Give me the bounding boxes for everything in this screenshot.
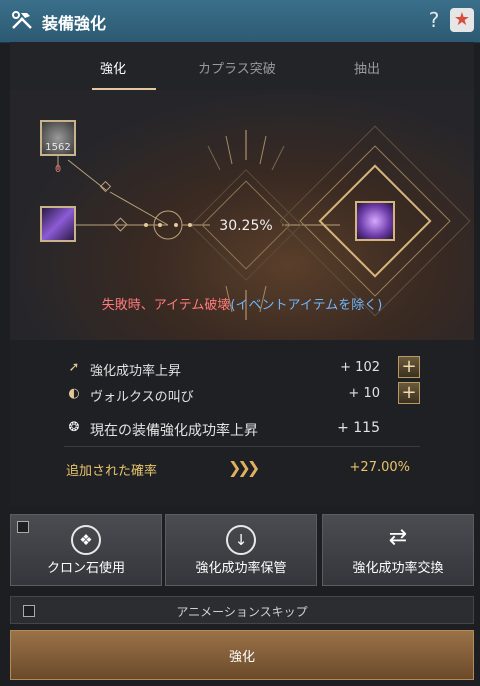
tab-enhance[interactable]: 強化 [100, 58, 126, 77]
cron-checkbox[interactable] [17, 521, 29, 533]
divider [64, 446, 420, 447]
enhance-button[interactable]: 強化 [10, 630, 474, 680]
add-volks-button[interactable]: + [398, 382, 420, 404]
success-rate: 30.25% [219, 218, 273, 234]
chevron-right-icon: ❯❯❯ [228, 458, 260, 477]
warning-note: (イベントアイテムを除く) [230, 298, 383, 313]
material-sub-count: 0 [54, 164, 62, 175]
added-rate-value: +27.00% [349, 460, 410, 475]
material-count: 1562 [45, 142, 71, 153]
exchange-icon: ⇄ [388, 525, 408, 550]
star-icon[interactable]: ★ [450, 8, 474, 32]
enhance-label: 強化 [228, 650, 255, 665]
animation-skip-label: アニメーションスキップ [176, 605, 308, 619]
volks-icon: ◐ [68, 386, 80, 401]
failure-warning: 失敗時、アイテム破壊(イベントアイテムを除く) [10, 294, 474, 313]
action-label: 強化成功率交換 [352, 561, 444, 576]
window-title: 装備強化 [42, 14, 107, 33]
bonus-row: ❂ 現在の装備強化成功率上昇 + 115 [66, 418, 466, 440]
bonus-value: + 102 [340, 360, 380, 375]
cron-stone-icon: ❖ [71, 525, 101, 555]
bonus-value: + 10 [348, 386, 380, 401]
animation-skip-toggle[interactable]: アニメーションスキップ [10, 596, 474, 624]
action-label: クロン石使用 [46, 561, 125, 576]
added-rate-label: 追加された確率 [66, 464, 158, 479]
bonus-value: + 115 [337, 420, 380, 436]
hammer-wrench-icon [12, 11, 32, 29]
enhance-diagram: 1562 0 30.25% 失敗時、アイテム破壊(イベントアイテムを除く) [10, 90, 474, 340]
store-down-icon: ↓ [226, 525, 256, 555]
tab-caphras[interactable]: カプラス突破 [198, 58, 276, 77]
sword-item-slot[interactable] [40, 206, 76, 242]
up-arrow-icon: ➚ [68, 360, 80, 375]
bonus-label: ヴォルクスの叫び [90, 390, 194, 405]
action-label: 強化成功率保管 [195, 561, 287, 576]
bonus-label: 現在の装備強化成功率上昇 [90, 423, 258, 439]
bonus-label: 強化成功率上昇 [90, 364, 182, 379]
exchange-rate-button[interactable]: ⇄ 強化成功率交換 [322, 514, 474, 586]
tab-extract[interactable]: 抽出 [354, 58, 380, 77]
warning-text: 失敗時、アイテム破壊 [101, 298, 231, 313]
title-bar: 装備強化 ? ★ [0, 0, 480, 43]
store-rate-button[interactable]: ↓ 強化成功率保管 [165, 514, 317, 586]
tab-bar: 強化 カプラス突破 抽出 [10, 42, 474, 91]
flame-icon: ❂ [68, 420, 80, 435]
help-icon[interactable]: ? [424, 8, 444, 32]
add-bonus-button[interactable]: + [398, 356, 420, 378]
use-cron-stone-button[interactable]: ❖ クロン石使用 [10, 514, 162, 586]
target-item-slot[interactable] [355, 201, 395, 241]
bonus-panel: ➚ 強化成功率上昇 + 102 + ◐ ヴォルクスの叫び + 10 + ❂ 現在… [10, 340, 474, 506]
